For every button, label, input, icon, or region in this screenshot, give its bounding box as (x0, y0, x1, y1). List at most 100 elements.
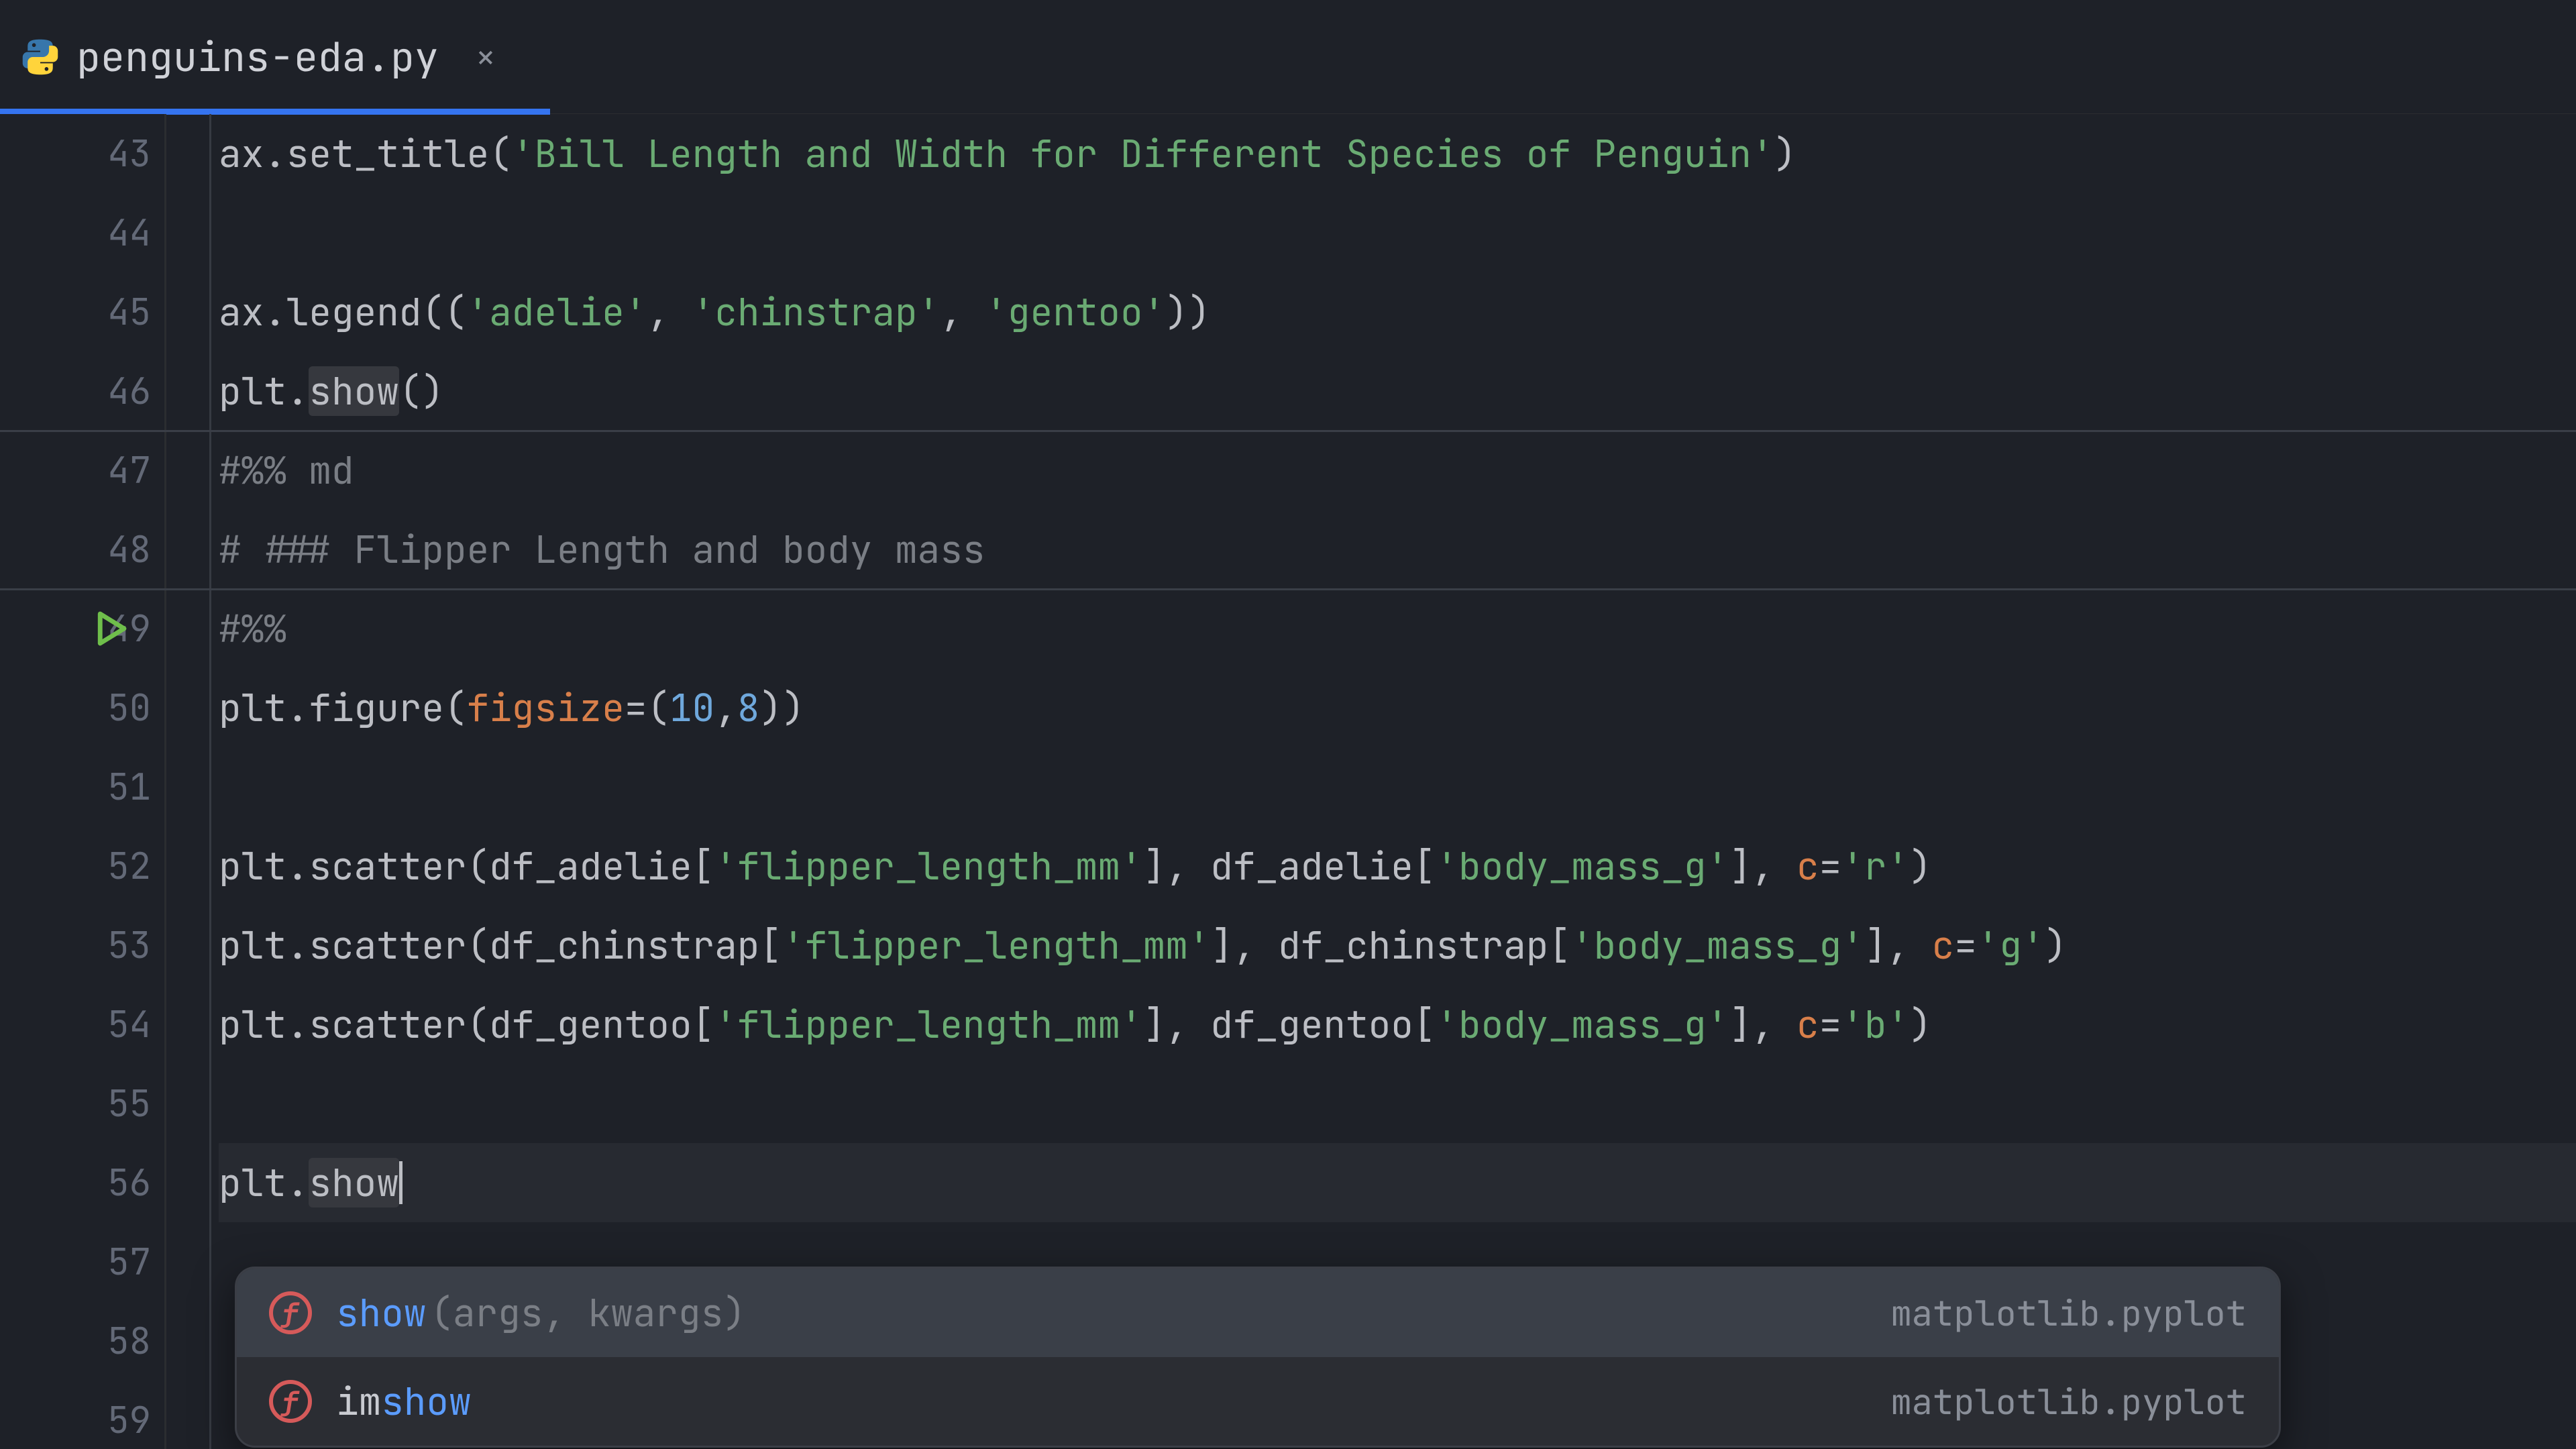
code-token: ) (1909, 841, 1932, 891)
code-token: c (1932, 920, 1955, 970)
completion-name: imshow (336, 1377, 472, 1426)
line-number-gutter: 4344454647484950515253545556575859 (0, 114, 164, 1449)
code-token: =( (625, 683, 669, 733)
code-token: plt.scatter(df_adelie[ (219, 841, 714, 891)
code-token: )) (759, 683, 804, 733)
code-token: ax.set_title( (219, 129, 512, 178)
completion-name: show (336, 1288, 426, 1338)
function-kind-icon: f (269, 1291, 312, 1334)
autocomplete-item[interactable]: fshow(args, kwargs) matplotlib.pyplot (237, 1269, 2279, 1357)
code-token: = (1819, 841, 1842, 891)
line-number[interactable]: 55 (0, 1064, 164, 1143)
code-token: c (1796, 841, 1819, 891)
code-token: ], df_chinstrap[ (1210, 920, 1571, 970)
code-token: #%% md (219, 445, 354, 495)
tab-bar: penguins-eda.py × (0, 0, 2576, 114)
code-editor[interactable]: 4344454647484950515253545556575859 ax.se… (0, 114, 2576, 1449)
code-token: 'flipper_length_mm' (782, 920, 1210, 970)
line-number[interactable]: 48 (0, 510, 164, 589)
close-tab-button[interactable]: × (468, 40, 503, 74)
code-token: plt.scatter(df_gentoo[ (219, 1000, 714, 1049)
line-number[interactable]: 47 (0, 431, 164, 510)
code-token: , (647, 287, 692, 337)
line-number[interactable]: 52 (0, 826, 164, 906)
code-line[interactable]: plt.scatter(df_chinstrap['flipper_length… (219, 906, 2576, 985)
code-token: show (309, 1158, 398, 1208)
code-line[interactable]: # ### Flipper Length and body mass (219, 510, 2576, 589)
code-token: ) (1774, 129, 1796, 178)
line-number[interactable]: 51 (0, 747, 164, 826)
code-token: , (940, 287, 985, 337)
code-token: plt.figure( (219, 683, 467, 733)
text-caret (399, 1161, 402, 1204)
code-token: # ### Flipper Length and body mass (219, 525, 985, 574)
line-number[interactable]: 46 (0, 352, 164, 431)
code-line[interactable]: plt.show() (219, 352, 2576, 431)
code-token: ax.legend(( (219, 287, 467, 337)
line-number[interactable]: 50 (0, 668, 164, 747)
code-token: = (1954, 920, 1977, 970)
code-token: 'r' (1841, 841, 1909, 891)
code-token: ], df_gentoo[ (1143, 1000, 1436, 1049)
code-line[interactable]: #%% md (219, 431, 2576, 510)
code-token: ], (1729, 841, 1796, 891)
code-token: 10 (669, 683, 714, 733)
code-token: 'adelie' (467, 287, 647, 337)
code-token: 'flipper_length_mm' (714, 1000, 1142, 1049)
code-line[interactable]: #%% (219, 589, 2576, 668)
code-token: ], df_adelie[ (1143, 841, 1436, 891)
code-line[interactable]: plt.figure(figsize=(10,8)) (219, 668, 2576, 747)
code-token: 'Bill Length and Width for Different Spe… (512, 129, 1774, 178)
editor-window: penguins-eda.py × 4344454647484950515253… (0, 0, 2576, 1449)
line-number[interactable]: 45 (0, 272, 164, 352)
gutter-border (164, 114, 166, 1449)
code-line[interactable] (219, 193, 2576, 272)
code-token: 'body_mass_g' (1571, 920, 1864, 970)
code-token: )) (1165, 287, 1210, 337)
completion-origin: matplotlib.pyplot (1891, 1290, 2247, 1336)
code-token: 'body_mass_g' (1436, 841, 1729, 891)
code-token: , (714, 683, 737, 733)
completion-origin: matplotlib.pyplot (1891, 1379, 2247, 1425)
line-number[interactable]: 56 (0, 1143, 164, 1222)
code-token: ) (1909, 1000, 1932, 1049)
code-token: c (1796, 1000, 1819, 1049)
indent-guide (209, 114, 211, 1449)
code-token: figsize (467, 683, 625, 733)
line-number[interactable]: 59 (0, 1381, 164, 1449)
code-token: () (399, 366, 444, 416)
line-number[interactable]: 57 (0, 1222, 164, 1301)
code-token: show (309, 366, 398, 416)
line-number[interactable]: 49 (0, 589, 164, 668)
completion-signature: (args, kwargs) (430, 1288, 745, 1338)
code-line[interactable] (219, 1064, 2576, 1143)
code-line[interactable]: plt.show (219, 1143, 2576, 1222)
line-number[interactable]: 58 (0, 1301, 164, 1381)
line-number[interactable]: 54 (0, 985, 164, 1064)
code-token: ], (1729, 1000, 1796, 1049)
code-token: 'gentoo' (985, 287, 1165, 337)
code-line[interactable] (219, 747, 2576, 826)
code-token: ) (2045, 920, 2068, 970)
code-token: 'body_mass_g' (1436, 1000, 1729, 1049)
code-token: 'g' (1977, 920, 2045, 970)
code-token: plt.scatter(df_chinstrap[ (219, 920, 782, 970)
code-area[interactable]: ax.set_title('Bill Length and Width for … (219, 114, 2576, 1449)
code-line[interactable]: ax.legend(('adelie', 'chinstrap', 'gento… (219, 272, 2576, 352)
code-token: #%% (219, 604, 286, 653)
code-token: plt. (219, 366, 309, 416)
line-number[interactable]: 44 (0, 193, 164, 272)
code-line[interactable]: plt.scatter(df_gentoo['flipper_length_mm… (219, 985, 2576, 1064)
autocomplete-popup[interactable]: fshow(args, kwargs) matplotlib.pyplotfims… (235, 1267, 2281, 1448)
line-number[interactable]: 53 (0, 906, 164, 985)
run-cell-icon[interactable] (87, 606, 131, 651)
python-file-icon (20, 37, 60, 77)
autocomplete-item[interactable]: fimshowmatplotlib.pyplot (237, 1357, 2279, 1446)
code-token: plt. (219, 1158, 309, 1208)
code-line[interactable]: plt.scatter(df_adelie['flipper_length_mm… (219, 826, 2576, 906)
tab-filename: penguins-eda.py (76, 30, 439, 83)
code-token: 'b' (1841, 1000, 1909, 1049)
line-number[interactable]: 43 (0, 114, 164, 193)
file-tab[interactable]: penguins-eda.py × (0, 0, 550, 113)
code-line[interactable]: ax.set_title('Bill Length and Width for … (219, 114, 2576, 193)
